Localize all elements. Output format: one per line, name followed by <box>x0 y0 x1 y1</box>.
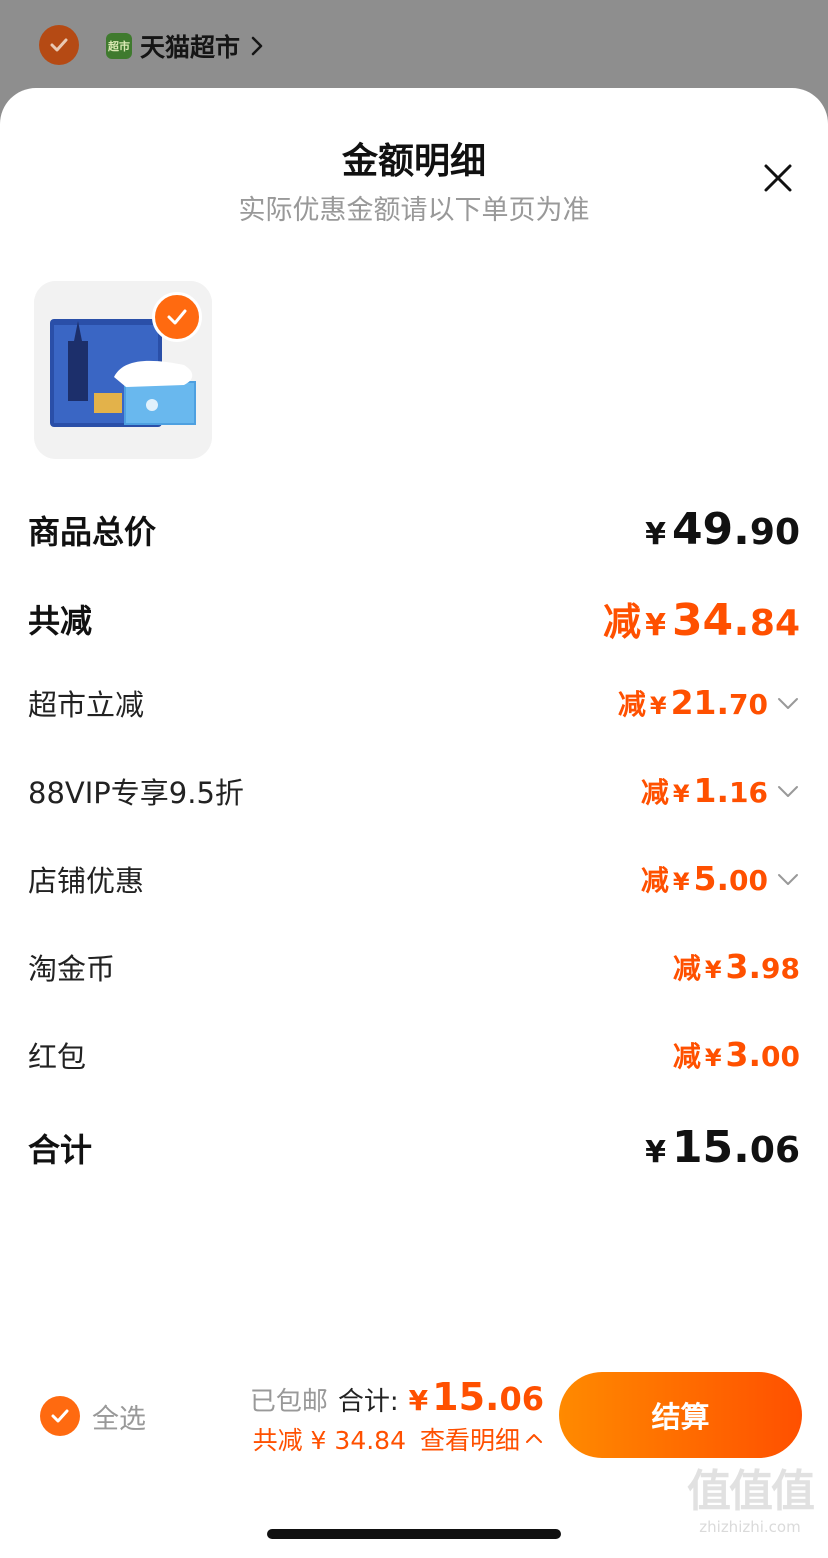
select-all-check-icon[interactable] <box>40 1396 80 1436</box>
amount-integer: 1. <box>693 771 730 810</box>
close-icon[interactable] <box>758 158 798 198</box>
currency-symbol: ¥ <box>649 692 667 720</box>
total-discount-label: 共减 <box>28 601 93 640</box>
store-name: 天猫超市 <box>140 33 241 62</box>
discount-prefix: 减 <box>640 776 669 809</box>
discount-amount: 减 ¥3. 98 <box>673 947 800 987</box>
discount-amount: 减 ¥3. 00 <box>673 1035 800 1075</box>
discount-prefix: 减 <box>672 1040 701 1073</box>
select-all-toggle[interactable]: 全选 <box>40 1396 146 1436</box>
total-amount: ¥15. 06 <box>409 1375 544 1419</box>
total-discount-row: 共减 减 ¥34. 84 <box>28 591 800 646</box>
watermark-url: zhizhizhi.com <box>699 1518 801 1536</box>
amount-detail-sheet: 金额明细 实际优惠金额请以下单页为准 商品总价 ¥49. 90 共减 减 ¥34… <box>0 88 828 1558</box>
goods-total-label: 商品总价 <box>28 512 157 551</box>
discount-row: 淘金币 减 ¥3. 98 <box>28 946 800 988</box>
discount-amount: 减 ¥21. 70 <box>618 683 768 723</box>
discount-prefix: 减 <box>603 600 642 644</box>
view-detail-label: 查看明细 <box>419 1426 520 1455</box>
discount-prefix: 减 <box>617 688 646 721</box>
grand-total-row: 合计 ¥15. 06 <box>28 1122 800 1173</box>
free-shipping-label: 已包邮 <box>249 1387 328 1417</box>
chevron-right-icon <box>251 36 263 56</box>
grand-total-amount: ¥15. 06 <box>645 1122 800 1173</box>
chevron-down-icon[interactable] <box>776 691 800 715</box>
amount-decimal: 90 <box>749 512 800 553</box>
currency-symbol: ¥ <box>704 1044 722 1072</box>
order-summary: 已包邮 合计: ¥15. 06 共减 ¥ 34.84 查看明细 <box>250 1375 544 1457</box>
amount-integer: 15. <box>671 1122 750 1173</box>
amount-decimal: 98 <box>761 952 800 985</box>
product-check-icon[interactable] <box>152 292 202 342</box>
background-header: 超市 天猫超市 <box>0 0 828 100</box>
discount-prefix: 减 <box>672 952 701 985</box>
discount-label: 淘金币 <box>28 952 116 986</box>
store-check-icon[interactable] <box>39 25 79 65</box>
amount-decimal: 00 <box>761 1040 800 1073</box>
currency-symbol: ¥ <box>645 608 666 643</box>
currency-symbol: ¥ <box>645 1135 666 1170</box>
amount-decimal: 06 <box>499 1380 544 1418</box>
amount-integer: 34. <box>671 595 750 646</box>
currency-symbol: ¥ <box>704 956 722 984</box>
chevron-up-icon <box>526 1434 542 1443</box>
sheet-subtitle: 实际优惠金额请以下单页为准 <box>238 195 590 226</box>
discount-amount: 减 ¥1. 16 <box>641 771 768 811</box>
amount-decimal: 70 <box>729 688 768 721</box>
store-logo: 超市 <box>106 33 132 59</box>
sheet-title: 金额明细 <box>341 141 486 182</box>
view-detail-link[interactable]: 查看明细 <box>420 1421 544 1457</box>
store-link[interactable]: 超市 天猫超市 <box>106 28 264 64</box>
amount-decimal: 00 <box>729 864 768 897</box>
goods-total-row: 商品总价 ¥49. 90 <box>28 504 800 555</box>
discount-row[interactable]: 88VIP专享9.5折 减 ¥1. 16 <box>28 770 800 812</box>
currency-symbol: ¥ <box>672 780 690 808</box>
amount-integer: 21. <box>670 683 730 722</box>
checkout-button[interactable]: 结算 <box>559 1372 802 1458</box>
total-discount-text: 共减 ¥ 34.84 <box>252 1426 406 1455</box>
total-label: 合计: <box>337 1387 399 1417</box>
discount-row[interactable]: 超市立减 减 ¥21. 70 <box>28 682 800 724</box>
amount-decimal: 06 <box>749 1130 800 1171</box>
amount-decimal: 84 <box>749 603 800 644</box>
home-indicator[interactable] <box>267 1529 561 1539</box>
currency-symbol: ¥ <box>645 517 666 552</box>
currency-symbol: ¥ <box>672 868 690 896</box>
watermark: 值值值 zhizhizhi.com <box>680 1466 820 1537</box>
select-all-label: 全选 <box>92 1403 146 1435</box>
discount-prefix: 减 <box>640 864 669 897</box>
goods-total-amount: ¥49. 90 <box>645 504 800 555</box>
amount-integer: 3. <box>725 1035 762 1074</box>
discount-amount: 减 ¥5. 00 <box>641 859 768 899</box>
discount-row[interactable]: 店铺优惠 减 ¥5. 00 <box>28 858 800 900</box>
watermark-logo: 值值值 <box>687 1466 815 1517</box>
discount-label: 超市立减 <box>28 688 145 722</box>
discount-label: 88VIP专享9.5折 <box>28 776 244 810</box>
grand-total-label: 合计 <box>28 1130 93 1169</box>
chevron-down-icon[interactable] <box>776 867 800 891</box>
total-discount-amount: 减 ¥34. 84 <box>603 591 800 646</box>
discount-row: 红包 减 ¥3. 00 <box>28 1034 800 1076</box>
amount-integer: 3. <box>725 947 762 986</box>
amount-integer: 15. <box>432 1375 500 1419</box>
discount-label: 店铺优惠 <box>28 864 145 898</box>
amount-integer: 49. <box>671 504 750 555</box>
amount-integer: 5. <box>693 859 730 898</box>
chevron-down-icon[interactable] <box>776 779 800 803</box>
amount-decimal: 16 <box>729 776 768 809</box>
currency-symbol: ¥ <box>408 1384 429 1417</box>
discount-label: 红包 <box>28 1040 87 1074</box>
